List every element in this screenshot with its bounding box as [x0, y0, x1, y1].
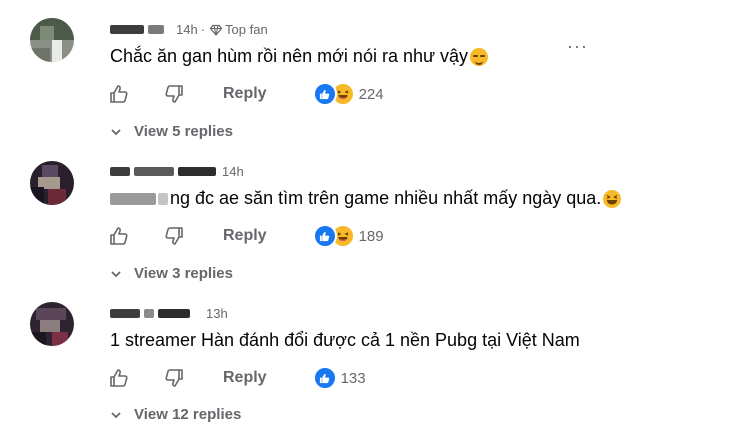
- like-reaction-icon: [312, 224, 337, 248]
- timestamp[interactable]: 13h: [206, 306, 228, 321]
- timestamp[interactable]: 14h: [222, 164, 244, 179]
- more-options-button[interactable]: ···: [567, 36, 588, 57]
- timestamp[interactable]: 14h: [176, 22, 198, 37]
- thumbs-up-icon[interactable]: [108, 225, 130, 247]
- like-reaction-icon: [312, 82, 337, 106]
- thumbs-down-icon[interactable]: [163, 225, 185, 247]
- avatar[interactable]: [30, 302, 74, 346]
- chevron-down-icon: [110, 409, 122, 421]
- thumbs-up-icon[interactable]: [108, 83, 130, 105]
- reactions-summary[interactable]: 224: [312, 82, 384, 106]
- reply-button[interactable]: Reply: [223, 85, 267, 103]
- comment-actions: Reply 189: [108, 224, 384, 248]
- reactions-summary[interactable]: 189: [312, 224, 384, 248]
- reaction-count: 224: [358, 85, 384, 103]
- reactions-summary[interactable]: 133: [312, 366, 366, 390]
- relieved-face-emoji-icon: [470, 47, 489, 66]
- thumbs-down-icon[interactable]: [163, 367, 185, 389]
- reply-button[interactable]: Reply: [223, 227, 267, 245]
- chevron-down-icon: [110, 126, 122, 138]
- laughing-face-emoji-icon: [603, 189, 622, 208]
- reaction-count: 133: [340, 369, 366, 387]
- author-name-blurred[interactable]: [110, 167, 130, 176]
- comment-meta: 14h · Top fan: [110, 22, 268, 37]
- thumbs-up-icon[interactable]: [108, 367, 130, 389]
- like-reaction-icon: [312, 366, 337, 390]
- reply-button[interactable]: Reply: [223, 369, 267, 387]
- comment-text: 1 streamer Hàn đánh đổi được cả 1 nền Pu…: [110, 330, 580, 350]
- view-replies-button[interactable]: View 5 replies: [110, 123, 233, 140]
- author-name-blurred[interactable]: [110, 25, 144, 34]
- comment-meta: 14h: [110, 164, 244, 179]
- avatar[interactable]: [30, 161, 74, 205]
- avatar[interactable]: [30, 18, 74, 62]
- chevron-down-icon: [110, 268, 122, 280]
- thumbs-down-icon[interactable]: [163, 83, 185, 105]
- comment-text: ng đc ae săn tìm trên game nhiều nhất mấ…: [110, 188, 622, 209]
- view-replies-button[interactable]: View 3 replies: [110, 265, 233, 282]
- comment-text: Chắc ăn gan hùm rồi nên mới nói ra như v…: [110, 46, 489, 67]
- author-name-blurred[interactable]: [110, 309, 140, 318]
- diamond-badge-icon: [210, 24, 223, 36]
- comment-meta: 13h: [110, 306, 228, 321]
- reaction-count: 189: [358, 227, 384, 245]
- top-fan-badge: Top fan: [210, 22, 268, 37]
- view-replies-button[interactable]: View 12 replies: [110, 406, 241, 423]
- comment-actions: Reply 224: [108, 82, 384, 106]
- blurred-text: [110, 192, 156, 205]
- comment-actions: Reply 133: [108, 366, 366, 390]
